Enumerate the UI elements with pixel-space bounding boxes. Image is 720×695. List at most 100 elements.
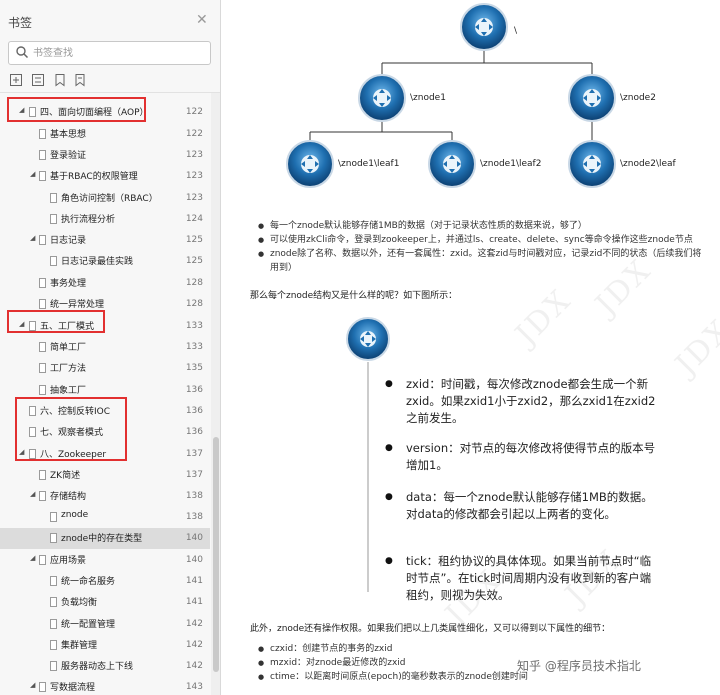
bookmark-page: 128 (185, 278, 203, 288)
node-label-znode2-leaf: \znode2\leaf (620, 159, 676, 169)
bookmark-label: 登录验证 (50, 151, 87, 161)
bookmark-item[interactable]: ◢ 写数据流程 143 (0, 677, 210, 695)
bookmark-page: 122 (185, 107, 203, 117)
bookmark-node-icon (39, 129, 46, 139)
bookmark-node-icon (39, 278, 46, 288)
bookmark-item[interactable]: 事务处理 128 (0, 273, 210, 294)
bookmark-page: 141 (185, 576, 203, 586)
bookmark-node-icon (39, 235, 46, 245)
bookmark-page: 141 (185, 597, 203, 607)
bookmark-label: 五、工厂模式 (40, 322, 95, 332)
bookmark-node-icon (39, 171, 46, 181)
bookmark-label: 负载均衡 (61, 598, 98, 608)
tick-item: tick：租约协议的具体体现。如果当前节点时“临时节点”。在tick时间周期内没… (385, 553, 656, 604)
bookmark-item[interactable]: ◢ 五、工厂模式 133 (0, 316, 210, 337)
attribute-list: czxid：创建节点的事务的zxid mzxid：对znode最近修改的zxid… (258, 642, 720, 684)
bookmark-label: znode (61, 510, 89, 520)
list-item: ctime：以距离时间原点(epoch)的毫秒数表示的znode创建时间 (258, 670, 720, 684)
bookmark-item[interactable]: 六、控制反转IOC 136 (0, 401, 210, 422)
bookmark-page: 143 (185, 682, 203, 692)
bookmark-node-icon (50, 576, 57, 586)
bookmark-label: 统一异常处理 (50, 300, 105, 310)
bookmark-page: 133 (185, 342, 203, 352)
expand-triangle-icon[interactable]: ◢ (19, 448, 24, 456)
expand-triangle-icon[interactable]: ◢ (19, 320, 24, 328)
bookmark-item[interactable]: 日志记录最佳实践 125 (0, 251, 210, 272)
bookmark-item[interactable]: 执行流程分析 124 (0, 209, 210, 230)
bookmark-node-icon (50, 661, 57, 671)
bookmark-item[interactable]: ◢ 基于RBAC的权限管理 123 (0, 166, 210, 187)
bookmark-page: 137 (185, 449, 203, 459)
expand-triangle-icon[interactable]: ◢ (30, 490, 35, 498)
watermark: JDX (668, 312, 720, 383)
bookmark-item[interactable]: 简单工厂 133 (0, 337, 210, 358)
bookmark-item-selected[interactable]: znode中的存在类型 140 (0, 528, 210, 549)
bookmark-label: 服务器动态上下线 (61, 662, 134, 672)
data-item: data：每一个znode默认能够存储1MB的数据。对data的修改都会引起以上… (385, 489, 656, 523)
bookmark-page: 136 (185, 427, 203, 437)
bookmark-label: 基本思想 (50, 130, 87, 140)
list-item: znode除了名称、数据以外，还有一套属性：zxid。这套zid与时间戳对应，记… (258, 247, 720, 261)
bookmark-item[interactable]: ZK简述 137 (0, 465, 210, 486)
bookmark-page: 137 (185, 470, 203, 480)
bookmark-page: 122 (185, 129, 203, 139)
bookmark-item[interactable]: ◢ 八、Zookeeper 137 (0, 444, 210, 465)
bookmark-label: 存储结构 (50, 492, 87, 502)
bookmark-node-icon (50, 512, 57, 522)
expand-triangle-icon[interactable]: ◢ (30, 234, 35, 242)
bookmark-node-icon (29, 427, 36, 437)
bookmark-item[interactable]: ◢ 四、面向切面编程（AOP） 122 (0, 102, 210, 123)
bookmark-node-icon (39, 385, 46, 395)
bookmark-item[interactable]: 统一配置管理 142 (0, 614, 210, 635)
znode-feature-list: 每一个znode默认能够存储1MB的数据（对于记录状态性质的数据来说，够了） 可… (258, 219, 720, 275)
list-item: czxid：创建节点的事务的zxid (258, 642, 720, 656)
zxid-item: zxid：时间戳，每次修改znode都会生成一个新zxid。如果zxid1小于z… (385, 376, 656, 427)
bookmark-item[interactable]: ◢ 应用场景 140 (0, 550, 210, 571)
bookmark-node-icon (50, 597, 57, 607)
bookmark-node-icon (29, 107, 36, 117)
expand-triangle-icon[interactable]: ◢ (30, 681, 35, 689)
bookmark-scrollbar-thumb[interactable] (213, 437, 219, 672)
bookmark-item[interactable]: 角色访问控制（RBAC） 123 (0, 188, 210, 209)
expand-triangle-icon[interactable]: ◢ (30, 170, 35, 178)
bookmark-node-icon (39, 555, 46, 565)
bookmark-item[interactable]: znode 138 (0, 507, 210, 528)
bookmark-label: znode中的存在类型 (61, 534, 143, 544)
bookmark-item[interactable]: 基本思想 122 (0, 124, 210, 145)
bookmark-page: 124 (185, 214, 203, 224)
bookmark-item[interactable]: 抽象工厂 136 (0, 380, 210, 401)
bookmark-item[interactable]: ◢ 存储结构 138 (0, 486, 210, 507)
bookmark-label: 七、观察者模式 (40, 428, 104, 438)
bookmark-item[interactable]: 服务器动态上下线 142 (0, 656, 210, 677)
bookmark-page: 142 (185, 640, 203, 650)
bookmark-page: 128 (185, 299, 203, 309)
bookmark-label: 统一命名服务 (61, 577, 116, 587)
bookmark-item[interactable]: 登录验证 123 (0, 145, 210, 166)
bookmark-node-icon (50, 256, 57, 266)
bookmark-item[interactable]: 统一命名服务 141 (0, 571, 210, 592)
expand-triangle-icon[interactable]: ◢ (30, 554, 35, 562)
bookmark-item[interactable]: ◢ 日志记录 125 (0, 230, 210, 251)
bookmark-item[interactable]: 统一异常处理 128 (0, 294, 210, 315)
bookmark-node-icon (50, 640, 57, 650)
bookmark-page: 138 (185, 512, 203, 522)
bookmarks-panel: 书签 ✕ 书签查找 ◢ 四、面向切面编程（AOP） 122 基本思想 122 登… (0, 0, 221, 695)
bookmark-node-icon (50, 619, 57, 629)
list-item: mzxid：对znode最近修改的zxid (258, 656, 720, 670)
node-label-znode1: \znode1 (410, 93, 446, 103)
bookmark-label: 六、控制反转IOC (40, 407, 111, 417)
bookmark-label: 应用场景 (50, 556, 87, 566)
bookmark-page: 125 (185, 256, 203, 266)
bookmark-label: 日志记录 (50, 236, 87, 246)
bookmark-label: ZK简述 (50, 471, 81, 481)
bookmark-node-icon (50, 533, 57, 543)
bookmark-item[interactable]: 工厂方法 135 (0, 358, 210, 379)
bookmark-node-icon (50, 214, 57, 224)
bookmark-item[interactable]: 集群管理 142 (0, 635, 210, 656)
bookmark-item[interactable]: 七、观察者模式 136 (0, 422, 210, 443)
root-node (460, 3, 508, 51)
bookmark-label: 执行流程分析 (61, 215, 116, 225)
bookmark-item[interactable]: 负载均衡 141 (0, 592, 210, 613)
bookmark-label: 工厂方法 (50, 364, 87, 374)
expand-triangle-icon[interactable]: ◢ (19, 106, 24, 114)
